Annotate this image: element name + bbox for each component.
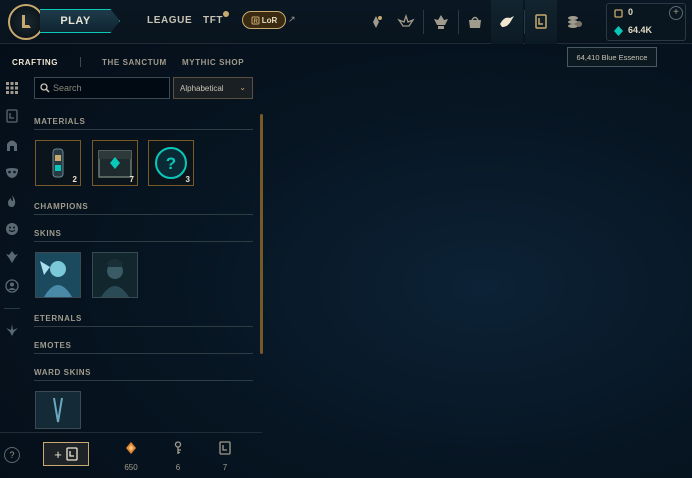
item-count: 7 [129, 175, 134, 184]
chest-filter-icon[interactable] [4, 108, 20, 124]
plus-label: + [54, 446, 62, 462]
missions-icon[interactable] [491, 0, 523, 44]
section-title-champions: CHAMPIONS [34, 202, 89, 211]
add-to-crafting-button[interactable]: + [43, 442, 89, 466]
item-count: 3 [185, 175, 190, 184]
skin-portrait-icon [93, 253, 137, 297]
section-title-emotes: EMOTES [34, 341, 72, 350]
play-button[interactable]: PLAY [40, 9, 120, 33]
blue-essence-tooltip: 64,410 Blue Essence [567, 47, 657, 67]
scrollbar[interactable] [260, 114, 263, 354]
champion-helmet-icon[interactable] [4, 137, 20, 153]
tab-divider [80, 57, 81, 67]
blue-essence-icon [614, 26, 623, 36]
sort-dropdown[interactable]: Alphabetical ⌄ [173, 77, 253, 99]
riot-points-value: 0 [628, 7, 634, 17]
section-title-ward-skins: WARD SKINS [34, 368, 92, 377]
emote-face-icon[interactable] [4, 221, 20, 237]
chest-count: 7 [212, 441, 238, 472]
league-logo-icon[interactable] [8, 4, 44, 40]
loot-item-key-fragment-capsule[interactable]: 2 [35, 140, 81, 186]
section-divider [34, 241, 253, 242]
loot-item-skin-shard[interactable] [92, 252, 138, 298]
sort-value: Alphabetical [180, 83, 224, 93]
item-count: 2 [72, 175, 77, 184]
loot-icon[interactable] [525, 0, 557, 44]
divider [423, 10, 424, 34]
buy-rp-button[interactable]: + [669, 6, 683, 20]
orange-essence-count: 650 [118, 441, 144, 472]
svg-text:?: ? [166, 154, 176, 173]
flame-icon[interactable] [4, 193, 20, 209]
key-count: 6 [165, 441, 191, 472]
chest-icon [219, 441, 231, 455]
rail-divider [4, 308, 20, 309]
loot-item-skin-shard[interactable] [35, 252, 81, 298]
nav-league[interactable]: LEAGUE [147, 15, 192, 26]
chest-value: 7 [222, 463, 228, 472]
search-input[interactable] [53, 81, 163, 95]
profile-icon[interactable] [4, 278, 20, 294]
lor-icon: R [251, 16, 260, 25]
top-nav-bar: PLAY LEAGUE TFT R LoR ↗ 0 + 64.4K [0, 0, 692, 44]
section-title-materials: MATERIALS [34, 117, 86, 126]
grid-view-icon[interactable] [4, 80, 20, 96]
tab-mythic-shop[interactable]: MYTHIC SHOP [182, 58, 244, 67]
riot-points-icon [614, 9, 623, 18]
svg-text:R: R [253, 19, 258, 25]
search-field[interactable] [34, 77, 170, 99]
ward-totem-icon[interactable] [4, 249, 20, 265]
ward-skin-icon [36, 392, 80, 428]
clash-icon[interactable] [390, 0, 422, 44]
ranked-icon[interactable] [425, 0, 457, 44]
loot-item-hextech-chest[interactable]: 7 [92, 140, 138, 186]
section-title-skins: SKINS [34, 229, 62, 238]
orange-essence-icon [126, 442, 136, 454]
section-divider [34, 129, 253, 130]
blue-essence-value: 64.4K [628, 25, 653, 35]
search-icon [40, 83, 50, 93]
external-link-icon: ↗ [288, 14, 296, 24]
tft-companion-icon[interactable] [4, 322, 20, 338]
section-divider [34, 326, 253, 327]
section-divider [34, 380, 253, 381]
notification-dot-icon [223, 11, 229, 17]
help-button[interactable]: ? [4, 447, 20, 463]
currency-wallet[interactable]: 0 + 64.4K [606, 3, 686, 41]
lor-label: LoR [261, 15, 278, 25]
tab-crafting[interactable]: CRAFTING [12, 58, 58, 67]
shop-upgrade-icon[interactable] [360, 0, 392, 44]
loot-item-ward-skin[interactable] [35, 391, 81, 429]
tab-the-sanctum[interactable]: THE SANCTUM [102, 58, 167, 67]
section-title-eternals: ETERNALS [34, 314, 82, 323]
key-icon [174, 441, 182, 454]
skin-portrait-icon [36, 253, 80, 297]
nav-tft[interactable]: TFT [203, 15, 223, 26]
section-divider [34, 353, 253, 354]
store-icon[interactable] [459, 0, 491, 44]
loot-chest-icon [66, 447, 78, 461]
collection-icon[interactable] [558, 0, 590, 44]
key-value: 6 [175, 463, 181, 472]
lor-button[interactable]: R LoR [242, 11, 286, 29]
orange-essence-value: 650 [124, 463, 138, 472]
mask-icon[interactable] [4, 165, 20, 181]
loot-item-mystery-orb[interactable]: ? 3 [148, 140, 194, 186]
chevron-down-icon: ⌄ [239, 83, 246, 92]
section-divider [34, 214, 253, 215]
